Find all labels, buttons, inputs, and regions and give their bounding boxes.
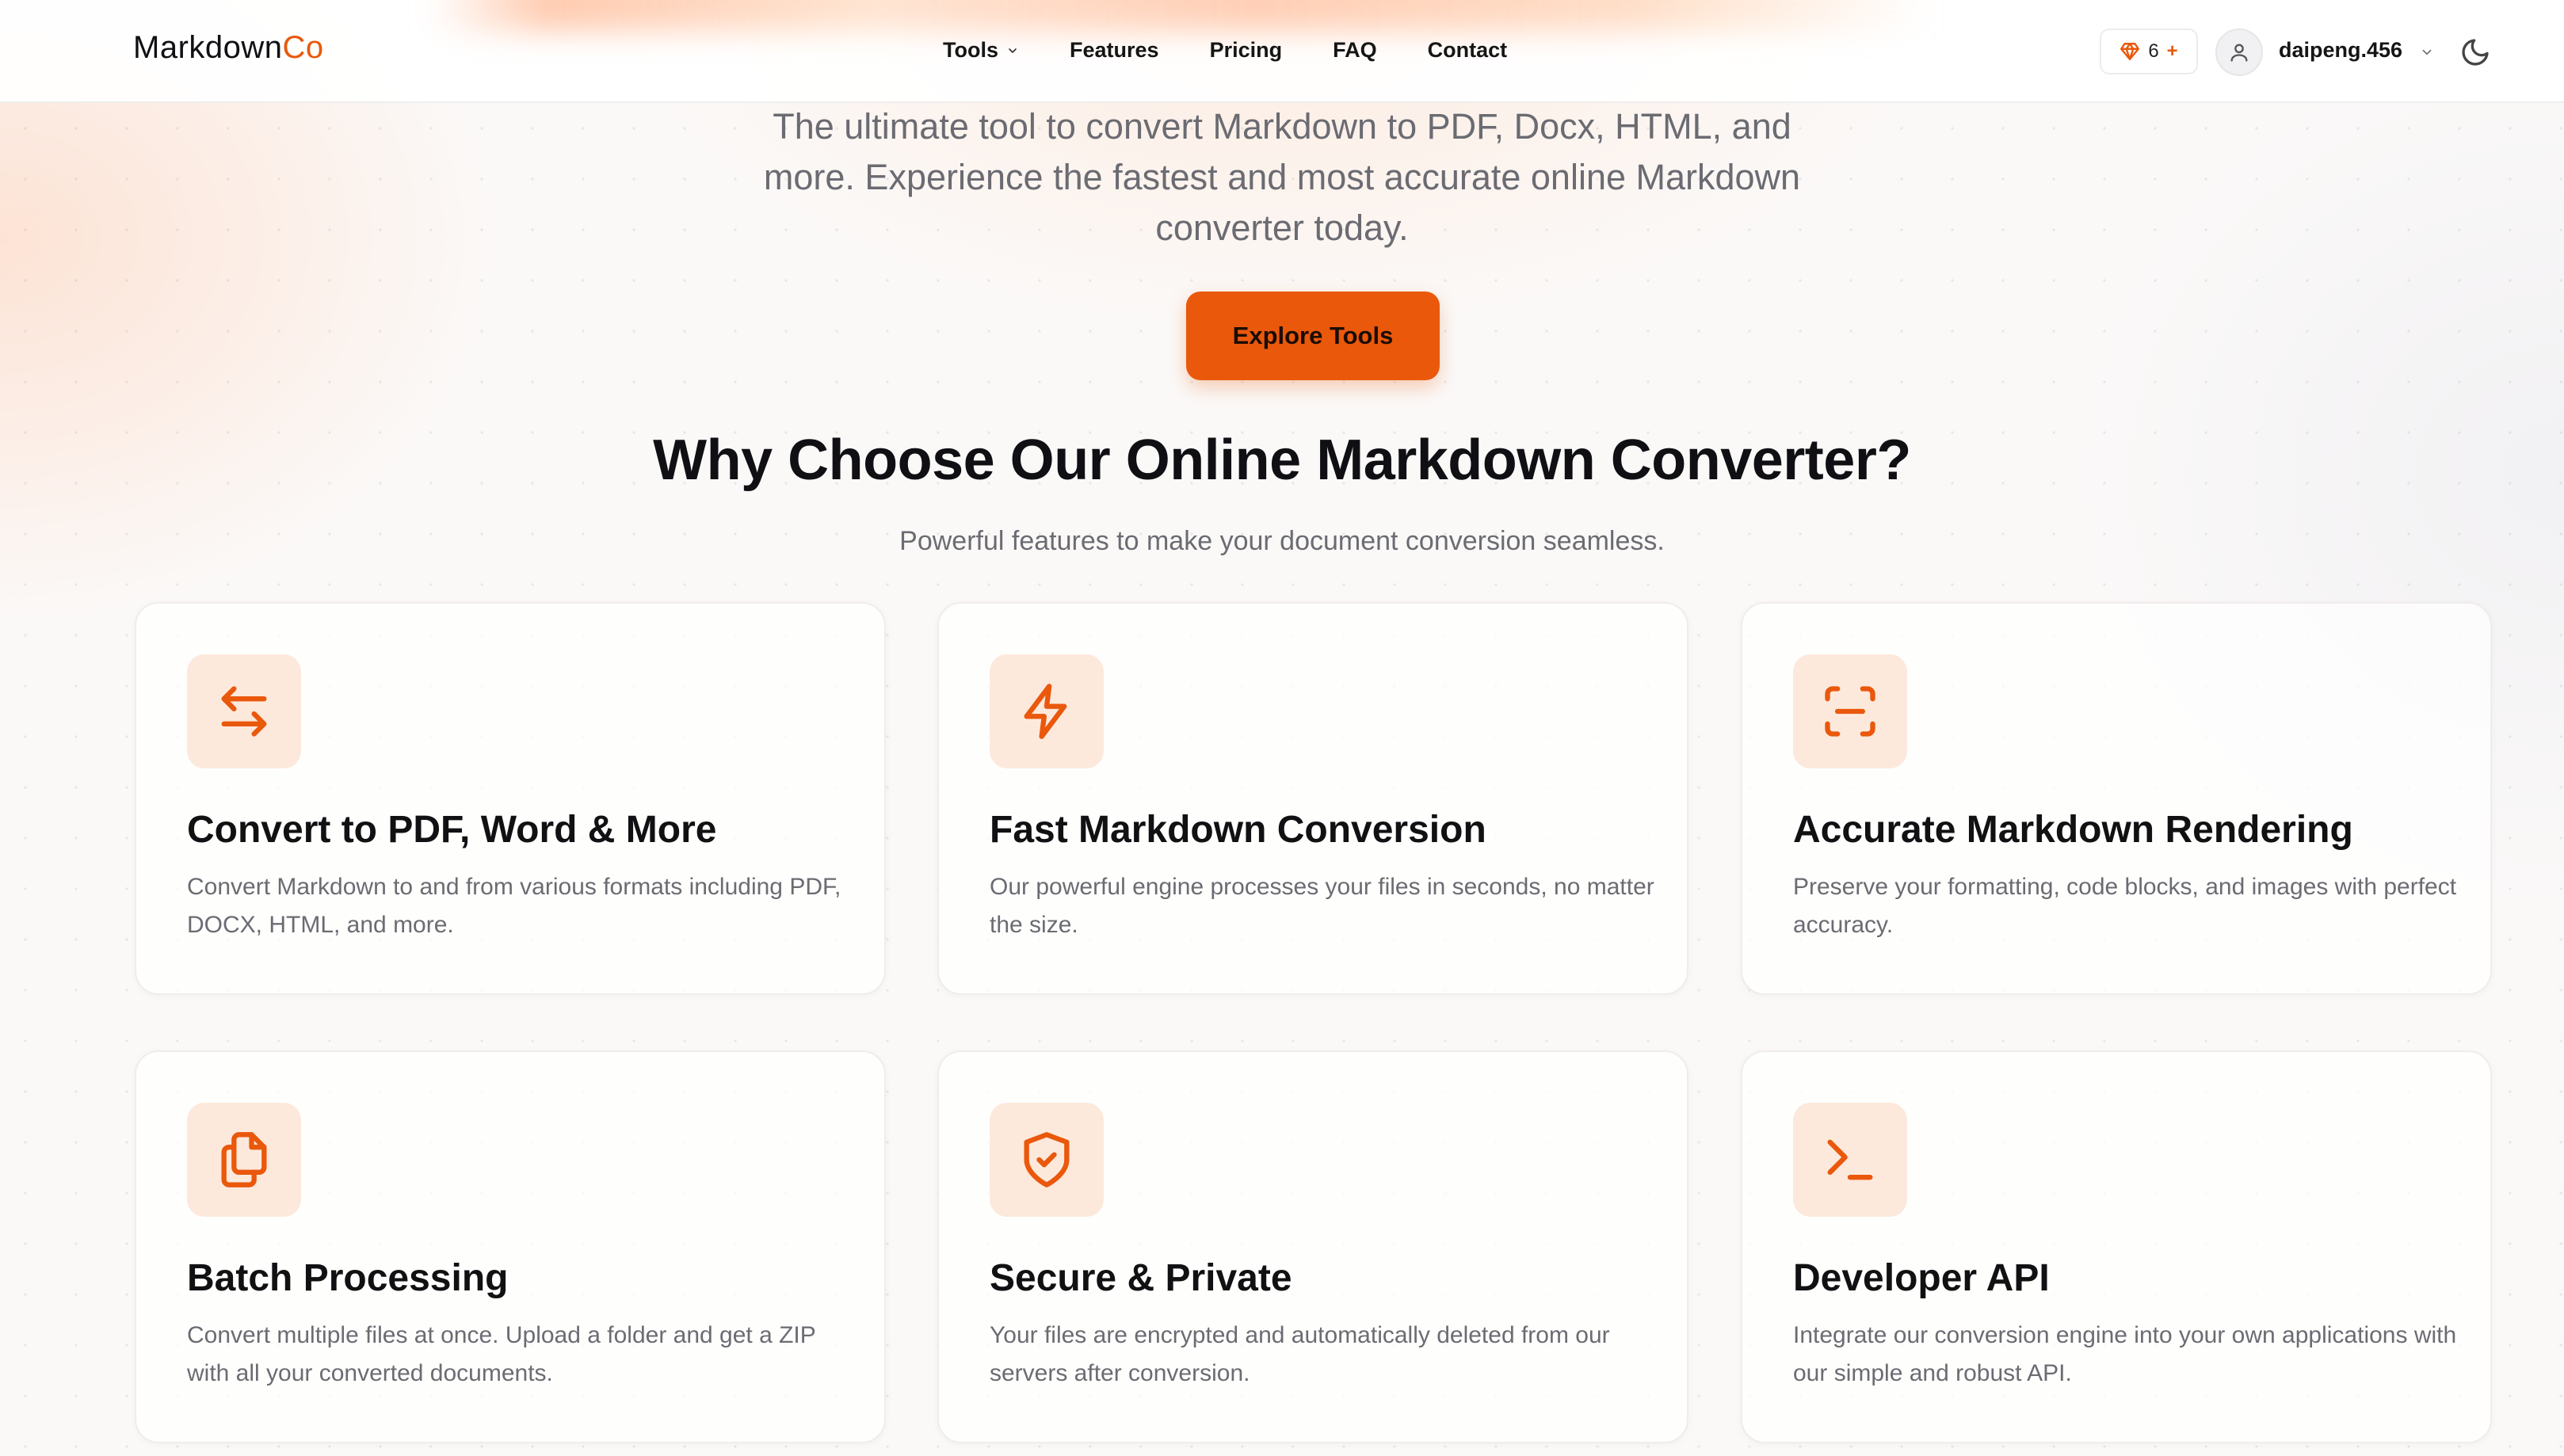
avatar[interactable] [2215, 29, 2263, 76]
nav-pricing[interactable]: Pricing [1210, 38, 1283, 63]
nav-contact-label: Contact [1427, 38, 1508, 62]
credits-count: 6 [2148, 40, 2159, 62]
feature-card-batch: Batch Processing Convert multiple files … [135, 1050, 886, 1443]
scan-icon [1825, 686, 1875, 737]
feature-description: Our powerful engine processes your files… [990, 874, 1654, 938]
main-nav: Tools Features Pricing FAQ Contact [943, 38, 1507, 63]
feature-icon-box [1793, 654, 1907, 768]
nav-faq[interactable]: FAQ [1333, 38, 1377, 63]
nav-features-label: Features [1070, 38, 1159, 62]
feature-description: Preserve your formatting, code blocks, a… [1793, 874, 2457, 938]
logo[interactable]: MarkdownCo [133, 30, 324, 66]
nav-faq-label: FAQ [1333, 38, 1377, 62]
features-subtitle: Powerful features to make your document … [899, 526, 1665, 556]
feature-icon-box [187, 1103, 301, 1217]
feature-title: Accurate Markdown Rendering [1793, 809, 2353, 851]
lightning-icon [1024, 684, 1067, 739]
credits-button[interactable]: 6 + [2100, 29, 2198, 74]
gem-icon [2120, 43, 2140, 60]
feature-title: Fast Markdown Conversion [990, 809, 1486, 851]
feature-description: Your files are encrypted and automatical… [990, 1322, 1610, 1386]
logo-accent: Co [282, 30, 324, 65]
feature-description: Convert Markdown to and from various for… [187, 874, 841, 938]
feature-description: Integrate our conversion engine into you… [1793, 1322, 2457, 1386]
terminal-icon [1827, 1139, 1873, 1180]
nav-pricing-label: Pricing [1209, 38, 1283, 62]
feature-card-fast: Fast Markdown Conversion Our powerful en… [937, 602, 1688, 995]
nav-features[interactable]: Features [1070, 38, 1159, 63]
feature-icon-box [990, 1103, 1104, 1217]
user-icon [2230, 44, 2248, 62]
feature-card-api: Developer API Integrate our conversion e… [1741, 1050, 2492, 1443]
shield-check-icon [1024, 1132, 1070, 1187]
nav-tools-label: Tools [943, 38, 998, 62]
chevron-down-icon [1009, 48, 1017, 53]
feature-card-convert: Convert to PDF, Word & More Convert Mark… [135, 602, 886, 995]
feature-title: Batch Processing [187, 1257, 509, 1299]
feature-title: Convert to PDF, Word & More [187, 809, 717, 851]
features-title: Why Choose Our Online Markdown Converter… [653, 429, 1911, 492]
arrows-swap-icon [221, 686, 267, 737]
feature-icon-box [990, 654, 1104, 768]
files-icon [221, 1132, 267, 1187]
chevron-down-icon[interactable] [2420, 45, 2434, 59]
credits-plus: + [2166, 40, 2178, 62]
feature-title: Developer API [1793, 1257, 2050, 1299]
explore-tools-button[interactable]: Explore Tools [1186, 292, 1440, 380]
hero-description: The ultimate tool to convert Markdown to… [763, 106, 1801, 248]
site-header: MarkdownCo Tools Features Pricing FAQ Co… [0, 0, 2564, 103]
feature-icon-box [187, 654, 301, 768]
feature-card-accurate: Accurate Markdown Rendering Preserve you… [1741, 602, 2492, 995]
moon-icon[interactable] [2459, 36, 2491, 68]
nav-tools[interactable]: Tools [943, 38, 1019, 63]
logo-main: Markdown [133, 30, 283, 65]
feature-card-secure: Secure & Private Your files are encrypte… [937, 1050, 1688, 1443]
feature-title: Secure & Private [990, 1257, 1292, 1299]
feature-description: Convert multiple files at once. Upload a… [187, 1322, 816, 1386]
nav-contact[interactable]: Contact [1428, 38, 1508, 63]
username[interactable]: daipeng.456 [2279, 38, 2402, 63]
header-blur-decoration [428, 0, 1933, 32]
feature-icon-box [1793, 1103, 1907, 1217]
